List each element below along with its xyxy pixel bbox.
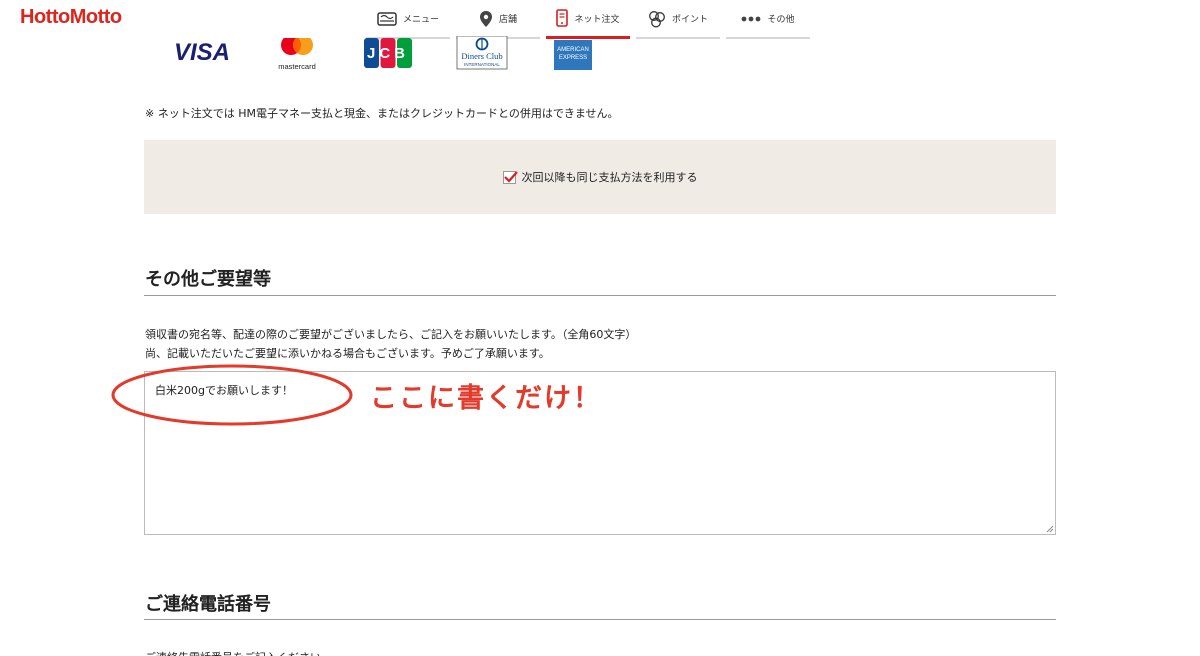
nav-label-points: ポイント bbox=[671, 15, 708, 25]
payment-notice: ※ ネット注文では HM電子マネー支払と現金、またはクレジットカードとの併用はで… bbox=[145, 107, 619, 120]
checkmark-icon bbox=[503, 170, 518, 183]
smartphone-icon bbox=[556, 9, 569, 27]
hottomotto-logo[interactable]: HottoMotto bbox=[20, 6, 122, 29]
more-dots-icon bbox=[741, 16, 761, 22]
phone-description: ご連絡先電話番号をご記入ください。 bbox=[145, 649, 332, 656]
nav-item-store[interactable]: 店舗 bbox=[456, 0, 540, 39]
menu-bento-icon bbox=[377, 11, 397, 27]
nav-label-net-order: ネット注文 bbox=[574, 14, 620, 25]
location-pin-icon bbox=[479, 10, 493, 28]
diners-subtitle: INTERNATIONAL bbox=[464, 62, 500, 67]
requests-description-1: 領収書の宛名等、配達の際のご要望がございましたら、ご記入をお願いいたします。（全… bbox=[145, 328, 637, 341]
remember-payment-label[interactable]: 次回以降も同じ支払方法を利用する bbox=[522, 169, 698, 185]
main-nav: メニュー 店舗 ネット注文 ポイント その他 bbox=[366, 0, 810, 40]
diners-club-logo: Diners Club INTERNATIONAL bbox=[456, 35, 508, 70]
coins-icon bbox=[648, 10, 666, 28]
requests-description-2: 尚、記載いただいたご要望に添いかねる場合もございます。予めご了承願います。 bbox=[145, 347, 550, 360]
mastercard-logo: mastercard bbox=[274, 35, 320, 72]
amex-line1: AMERICAN bbox=[557, 47, 589, 53]
nav-item-other[interactable]: その他 bbox=[726, 0, 810, 39]
section-divider bbox=[144, 619, 1056, 620]
section-divider bbox=[144, 295, 1056, 296]
amex-line2: EXPRESS bbox=[559, 55, 587, 61]
jcb-wordmark: JCB bbox=[367, 45, 409, 62]
remember-payment-band: 次回以降も同じ支払方法を利用する bbox=[144, 140, 1056, 214]
nav-label-store: 店舗 bbox=[498, 15, 517, 25]
visa-logo: VISA bbox=[174, 39, 231, 66]
section-title-requests: その他ご要望等 bbox=[145, 269, 271, 290]
diners-wordmark: Diners Club bbox=[461, 51, 502, 61]
annotation-text: ここに書くだけ！ bbox=[370, 383, 602, 414]
jcb-logo: JCB bbox=[364, 38, 412, 68]
mastercard-wordmark: mastercard bbox=[278, 62, 316, 71]
remember-payment-checkbox[interactable] bbox=[502, 170, 518, 184]
section-title-phone: ご連絡電話番号 bbox=[145, 594, 271, 615]
nav-item-points[interactable]: ポイント bbox=[636, 0, 720, 39]
nav-label-menu: メニュー bbox=[402, 15, 439, 25]
nav-item-menu[interactable]: メニュー bbox=[366, 0, 450, 39]
resize-grip-icon[interactable] bbox=[1046, 525, 1054, 533]
nav-label-other: その他 bbox=[767, 15, 795, 25]
amex-logo: AMERICAN EXPRESS bbox=[554, 40, 592, 70]
nav-item-net-order[interactable]: ネット注文 bbox=[546, 0, 630, 39]
